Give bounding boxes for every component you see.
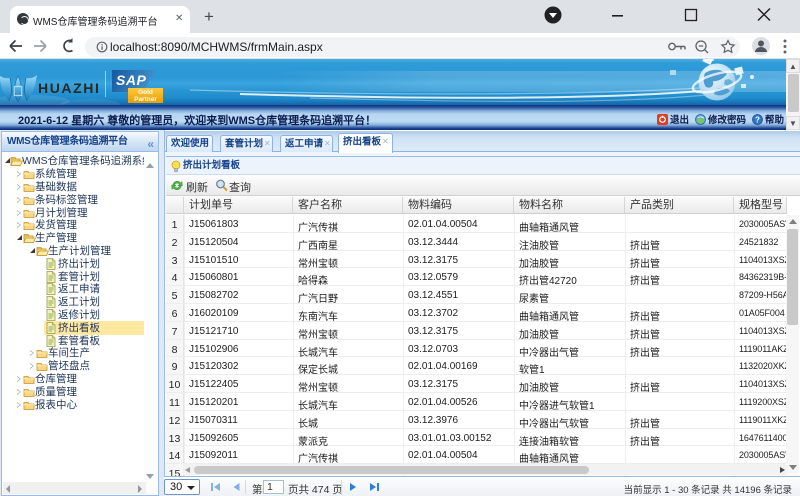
svg-text:?: ? bbox=[755, 115, 760, 124]
